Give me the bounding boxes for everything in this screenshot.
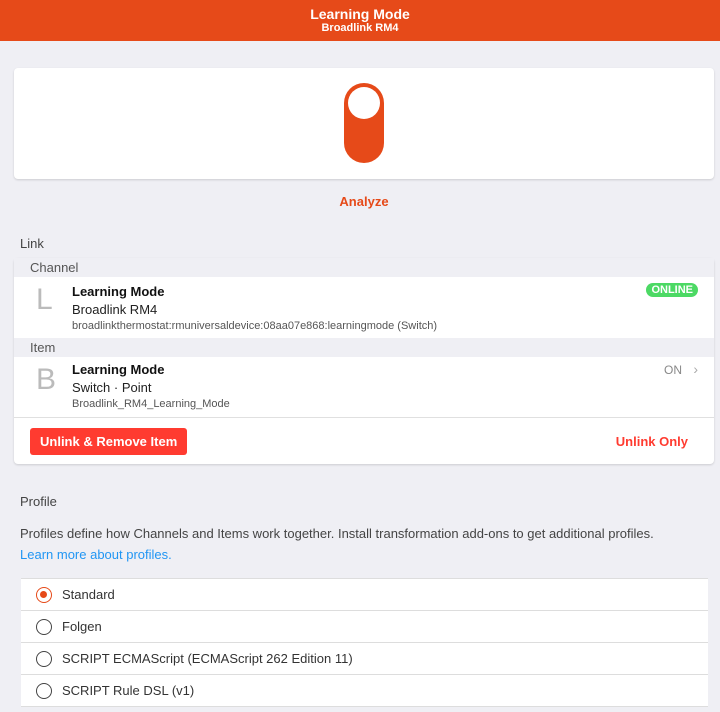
radio-unchecked-icon[interactable]	[36, 683, 52, 699]
profile-option-label: SCRIPT ECMAScript (ECMAScript 262 Editio…	[62, 651, 353, 666]
item-letter-icon: B	[36, 363, 57, 396]
profile-option-label: SCRIPT Rule DSL (v1)	[62, 683, 195, 698]
profile-option-folgen[interactable]: Folgen	[21, 611, 708, 643]
profile-option-label: Standard	[62, 587, 115, 602]
item-header: Item	[14, 338, 714, 357]
channel-title: Learning Mode	[72, 284, 165, 299]
navbar: Learning Mode Broadlink RM4	[0, 0, 720, 41]
profile-option-label: Folgen	[62, 619, 102, 634]
channel-uid: broadlinkthermostat:rmuniversaldevice:08…	[72, 320, 438, 332]
radio-unchecked-icon[interactable]	[36, 651, 52, 667]
profile-option-standard[interactable]: Standard	[21, 579, 708, 611]
radio-checked-icon[interactable]	[36, 587, 52, 603]
switch-toggle[interactable]	[344, 83, 384, 163]
unlink-remove-item-button[interactable]: Unlink & Remove Item	[30, 428, 188, 455]
analyze-button[interactable]: Analyze	[0, 194, 720, 209]
page-subtitle: Broadlink RM4	[321, 22, 399, 34]
divider	[14, 417, 714, 418]
widget-card	[14, 68, 714, 179]
link-card: Channel L Learning Mode Broadlink RM4 br…	[14, 258, 714, 464]
profile-radio-list: Standard Folgen SCRIPT ECMAScript (ECMAS…	[21, 578, 708, 707]
profile-option-rule-dsl[interactable]: SCRIPT Rule DSL (v1)	[21, 675, 708, 707]
learn-more-link[interactable]: Learn more about profiles.	[20, 547, 172, 562]
profile-description: Profiles define how Channels and Items w…	[20, 523, 720, 565]
link-section-title: Link	[20, 236, 44, 251]
channel-letter-icon: L	[36, 283, 53, 316]
item-state: ON	[664, 363, 682, 377]
unlink-only-button[interactable]: Unlink Only	[616, 434, 688, 449]
channel-subtitle: Broadlink RM4	[72, 302, 158, 317]
item-subtitle: Switch · Point	[72, 380, 152, 395]
channel-header: Channel	[14, 258, 714, 277]
switch-knob	[348, 87, 380, 119]
profile-description-text: Profiles define how Channels and Items w…	[20, 526, 654, 541]
item-row[interactable]: B Learning Mode Switch · Point Broadlink…	[14, 357, 714, 417]
profile-option-ecmascript[interactable]: SCRIPT ECMAScript (ECMAScript 262 Editio…	[21, 643, 708, 675]
page-title: Learning Mode	[310, 6, 410, 22]
chevron-right-icon: ›	[693, 361, 698, 377]
channel-row[interactable]: L Learning Mode Broadlink RM4 broadlinkt…	[14, 277, 714, 337]
item-title: Learning Mode	[72, 362, 165, 377]
radio-unchecked-icon[interactable]	[36, 619, 52, 635]
profile-section-title: Profile	[20, 494, 57, 509]
item-name: Broadlink_RM4_Learning_Mode	[72, 398, 230, 410]
status-badge: ONLINE	[646, 283, 698, 297]
